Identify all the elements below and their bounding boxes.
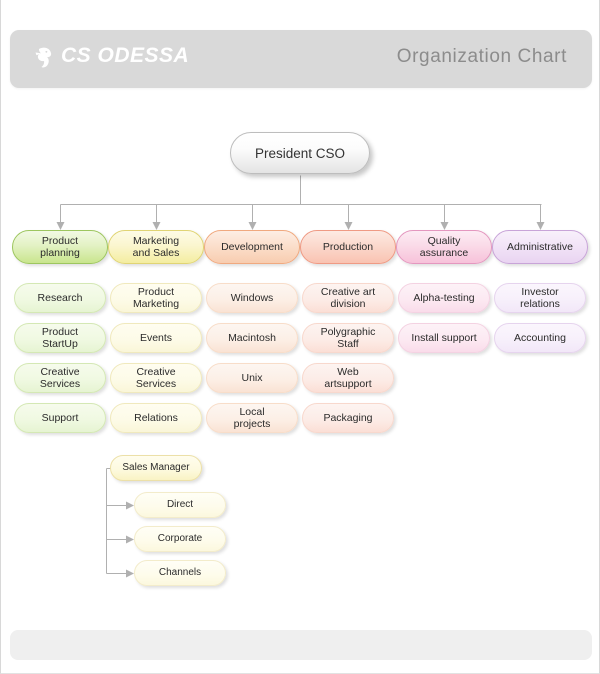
node-creative-services-planning[interactable]: Creative Services — [14, 363, 106, 393]
node-corporate[interactable]: Corporate — [134, 526, 226, 552]
node-direct[interactable]: Direct — [134, 492, 226, 518]
node-support[interactable]: Support — [14, 403, 106, 433]
node-unix[interactable]: Unix — [206, 363, 298, 393]
node-alpha-testing[interactable]: Alpha-testing — [398, 283, 490, 313]
node-president[interactable]: President CSO — [230, 132, 370, 174]
node-web-artsupport[interactable]: Web artsupport — [302, 363, 394, 393]
node-research[interactable]: Research — [14, 283, 106, 313]
bird-logo-icon — [35, 44, 57, 70]
node-install-support[interactable]: Install support — [398, 323, 490, 353]
org-chart: President CSO Product planning Marketing… — [1, 96, 600, 626]
page-footer — [10, 630, 592, 660]
node-macintosh[interactable]: Macintosh — [206, 323, 298, 353]
node-product-startup[interactable]: Product StartUp — [14, 323, 106, 353]
node-quality-assurance[interactable]: Quality assurance — [396, 230, 492, 264]
brand-logo: CS ODESSA — [35, 43, 189, 69]
node-events[interactable]: Events — [110, 323, 202, 353]
connector-lines — [56, 175, 545, 578]
node-relations[interactable]: Relations — [110, 403, 202, 433]
node-creative-art-division[interactable]: Creative art division — [302, 283, 394, 313]
node-accounting[interactable]: Accounting — [494, 323, 586, 353]
page-canvas: CS ODESSA Organization Chart President C… — [0, 0, 600, 674]
node-marketing-and-sales[interactable]: Marketing and Sales — [108, 230, 204, 264]
brand-logo-text: CS ODESSA — [61, 44, 190, 67]
node-product-marketing[interactable]: Product Marketing — [110, 283, 202, 313]
node-polygraphic-staff[interactable]: Polygraphic Staff — [302, 323, 394, 353]
node-investor-relations[interactable]: Investor relations — [494, 283, 586, 313]
node-sales-manager[interactable]: Sales Manager — [110, 455, 202, 481]
page-title: Organization Chart — [396, 46, 567, 67]
node-development[interactable]: Development — [204, 230, 300, 264]
node-channels[interactable]: Channels — [134, 560, 226, 586]
node-packaging[interactable]: Packaging — [302, 403, 394, 433]
page-header: CS ODESSA Organization Chart — [10, 30, 592, 88]
node-production[interactable]: Production — [300, 230, 396, 264]
node-product-planning[interactable]: Product planning — [12, 230, 108, 264]
node-creative-services-marketing[interactable]: Creative Services — [110, 363, 202, 393]
node-windows[interactable]: Windows — [206, 283, 298, 313]
node-local-projects[interactable]: Local projects — [206, 403, 298, 433]
node-administrative[interactable]: Administrative — [492, 230, 588, 264]
